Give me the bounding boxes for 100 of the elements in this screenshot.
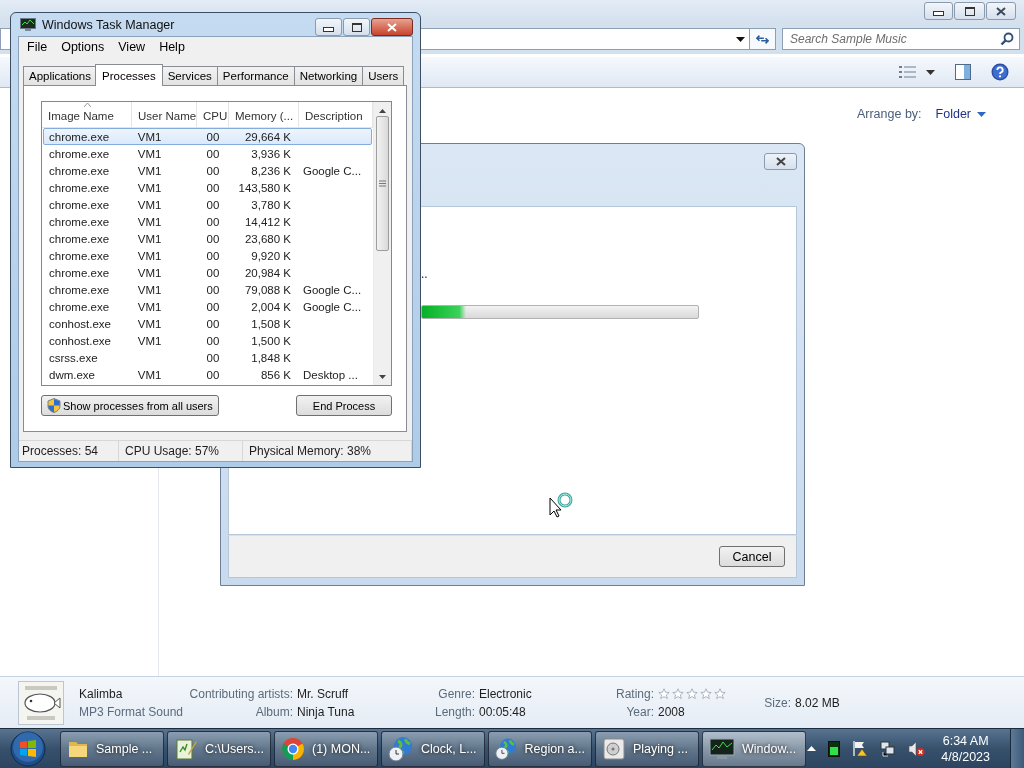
tab[interactable]: Networking [293,66,364,85]
column-header[interactable]: Memory (... [229,102,299,127]
status-text: .. [421,267,429,281]
clock-time[interactable]: 6:34 AM [942,732,989,749]
table-cell: VM1 [137,300,162,313]
browser-icon [281,736,305,761]
cancel-button[interactable]: Cancel [719,546,785,567]
field-label: Length: [433,704,475,719]
table-cell: 79,088 K [244,283,291,296]
scroll-down-icon[interactable] [379,375,386,379]
table-cell: VM1 [137,198,162,211]
selected-row[interactable]: chrome.exe VM1 00 29,664 K [43,128,372,145]
help-button[interactable] [991,63,1009,81]
table-cell: Google C... [302,300,362,313]
table-cell: 1,500 K [251,334,291,347]
star-icon[interactable] [700,687,712,700]
arrange-dropdown[interactable]: Folder [935,107,986,121]
menu-item[interactable]: Help [152,39,192,54]
tab[interactable]: Applications [23,66,97,85]
flag-warning-icon[interactable] [852,740,869,757]
table-cell: 143,580 K [238,181,291,194]
refresh-icon [756,32,769,46]
column-header[interactable]: User Name [132,102,197,127]
view-menu-button[interactable] [899,65,935,79]
sort-icon [84,103,91,107]
arrange-label: Arrange by: [856,107,922,121]
preview-pane-button[interactable] [955,64,971,80]
table-cell: 23,680 K [244,232,291,245]
table-cell: 00 [206,300,220,313]
field-value: 00:05:48 [479,704,527,719]
menu-item[interactable]: File [20,39,55,54]
taskbar-button[interactable]: Region a... [488,730,592,767]
monitor-icon [709,737,735,760]
star-icon[interactable] [714,687,726,700]
maximize-button[interactable] [343,18,370,36]
field-value: 8.02 MB [795,695,841,710]
table-cell: VM1 [137,232,162,245]
network-icon[interactable] [880,740,897,757]
taskbar-button[interactable]: Clock, L... [381,730,485,767]
menu-item[interactable]: Options [54,39,112,54]
close-button[interactable] [371,18,413,36]
show-hidden-icons-button[interactable] [807,746,817,751]
minimize-button[interactable] [924,2,953,20]
table-cell: chrome.exe [49,215,110,228]
tab[interactable]: Services [161,66,218,85]
tab[interactable]: Users [362,66,405,85]
close-button[interactable] [764,153,797,170]
minimize-button[interactable] [315,18,342,36]
search-field[interactable]: Search Sample Music [782,28,1020,50]
scrollbar[interactable] [373,102,391,385]
dropdown-icon[interactable] [736,36,745,42]
table-cell: chrome.exe [49,232,110,245]
tab[interactable]: Processes [95,64,163,86]
tab[interactable]: Performance [216,66,295,85]
scroll-thumb[interactable] [376,116,389,251]
table-cell: Google C... [302,164,362,177]
field-value: Mr. Scruff [297,686,350,701]
table-cell: chrome.exe [49,283,110,296]
table-cell: VM1 [137,334,162,347]
close-icon [996,6,1006,16]
search-icon[interactable] [1000,32,1014,46]
meter-icon[interactable] [828,740,841,757]
speaker-muted-icon[interactable] [908,740,926,757]
table-cell: chrome.exe [49,164,110,177]
table-cell: 29,664 K [244,130,291,143]
table-cell: VM1 [137,283,162,296]
table-cell: 00 [206,368,220,381]
taskbar-button[interactable]: (1) MON... [274,730,378,767]
column-header[interactable]: CPU [197,102,229,127]
scroll-up-icon[interactable] [379,109,386,113]
taskbar-button[interactable]: C:\Users... [167,730,271,767]
table-cell: 00 [206,198,220,211]
menu-item[interactable]: View [111,39,153,54]
table-cell: 00 [206,351,220,364]
taskbar-button[interactable]: Playing ... [595,730,699,767]
star-icon[interactable] [658,687,670,700]
table-cell: VM1 [137,215,162,228]
disc-player-icon [602,736,626,761]
table-cell: VM1 [137,249,162,262]
star-icon[interactable] [672,687,684,700]
table-cell: 00 [206,249,220,262]
table-cell: 9,920 K [251,249,291,262]
column-header[interactable]: Image Name [42,102,132,127]
refresh-button[interactable] [750,28,776,50]
table-cell: 20,984 K [244,266,291,279]
table-cell: Google C... [302,283,362,296]
table-cell: chrome.exe [49,266,110,279]
table-cell: VM1 [137,317,162,330]
table-cell: 14,412 K [244,215,291,228]
table-cell: VM1 [137,130,162,143]
show-all-processes-button[interactable]: Show processes from all users [41,395,219,416]
restore-button[interactable] [954,2,985,20]
star-icon[interactable] [686,687,698,700]
shield-icon [47,398,61,413]
taskbar-button[interactable]: Sample ... [60,730,164,767]
close-button[interactable] [986,2,1016,20]
table-cell: conhost.exe [49,317,111,330]
show-desktop-button[interactable] [1010,729,1024,768]
clock-date[interactable]: 4/8/2023 [941,748,990,765]
end-process-button[interactable]: End Process [296,395,392,416]
